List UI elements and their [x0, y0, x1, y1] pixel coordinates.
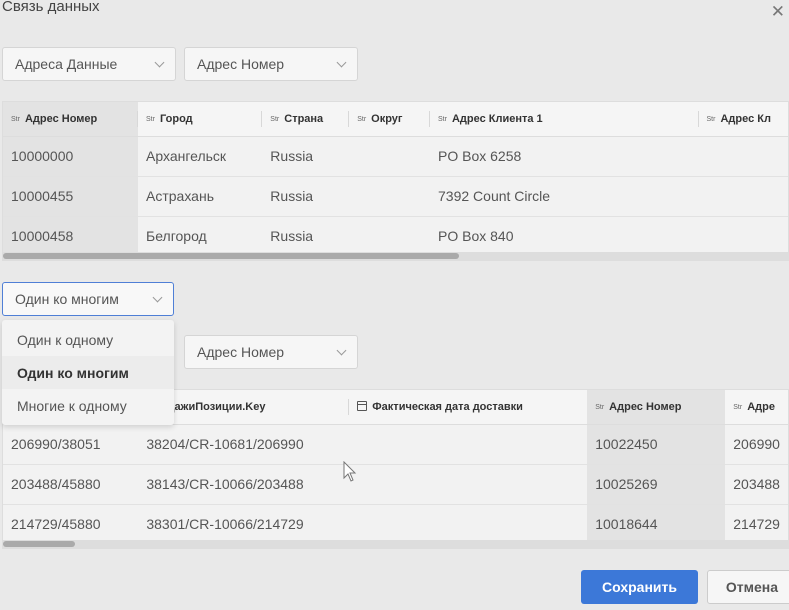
string-type-icon: Str	[595, 403, 605, 411]
scrollbar-thumb[interactable]	[3, 253, 459, 259]
table-cell	[349, 464, 588, 505]
source-field-select[interactable]: Адрес Номер	[184, 47, 358, 81]
table-cell	[349, 176, 431, 217]
column-header-label: Адрес Номер	[24, 112, 98, 125]
table-cell: Russia	[262, 176, 350, 217]
table-cell	[349, 504, 588, 545]
source-field-select-value: Адрес Номер	[197, 56, 285, 72]
column-header-label: Адрес Номер	[609, 400, 682, 413]
table-cell: PO Box 6258	[430, 136, 699, 177]
column-header[interactable]: Str Адрес Номер	[3, 102, 139, 137]
column-header[interactable]: Str Адрес Номер	[587, 390, 726, 425]
table-row: 10000455 Астрахань Russia 7392 Count Cir…	[3, 176, 788, 217]
chevron-down-icon	[152, 292, 163, 302]
source-table-select-value: Адреса Данные	[15, 56, 118, 72]
table-cell	[349, 424, 588, 465]
column-header[interactable]: Str Адрес Клиента 1	[430, 102, 699, 137]
scrollbar-thumb[interactable]	[3, 541, 75, 547]
table-cell	[349, 216, 431, 257]
column-header-label: Округ	[371, 112, 403, 125]
string-type-icon: Str	[270, 115, 280, 123]
table-cell: 38143/CR-10066/203488	[138, 464, 350, 505]
save-button[interactable]: Сохранить	[581, 570, 698, 604]
table-cell: Архангельск	[138, 136, 263, 177]
table-cell: 10000455	[3, 176, 139, 217]
column-header[interactable]: Str Город	[138, 102, 263, 137]
string-type-icon: Str	[11, 115, 20, 123]
table-cell: 206990	[725, 424, 788, 465]
table-cell: 10000458	[3, 216, 139, 257]
column-header-label: Город	[159, 112, 193, 125]
table-cell: 10018644	[587, 504, 726, 545]
mouse-cursor-icon	[343, 461, 357, 482]
table-cell: 7392 Count Circle	[430, 176, 699, 217]
column-header-label: Страна	[284, 112, 324, 125]
table-cell: 10025269	[587, 464, 726, 505]
chevron-down-icon	[154, 57, 165, 67]
target-field-select-value: Адрес Номер	[197, 344, 285, 360]
table-cell: Russia	[262, 136, 350, 177]
string-type-icon: Str	[733, 403, 743, 411]
column-header-label: Адре	[747, 400, 775, 413]
source-table-select[interactable]: Адреса Данные	[2, 47, 176, 81]
dialog-title: Связь данных	[2, 0, 100, 15]
column-header[interactable]: Str Округ	[349, 102, 431, 137]
table-row: 10000458 Белгород Russia PO Box 840	[3, 216, 788, 257]
menu-item-one-to-one[interactable]: Один к одному	[2, 323, 174, 356]
column-header-label: Адрес Клиента 1	[451, 112, 543, 125]
table-cell: 214729	[725, 504, 788, 545]
column-header[interactable]: Str Адре	[725, 390, 788, 425]
column-header-label: Адрес Кл	[720, 112, 771, 125]
table-cell: 203488/45880	[3, 464, 139, 505]
menu-item-many-to-one[interactable]: Многие к одному	[2, 389, 174, 422]
column-header[interactable]: Str Адрес Кл	[698, 102, 788, 137]
table-cell: 10022450	[587, 424, 726, 465]
table-cell	[698, 136, 788, 177]
table-cell	[349, 136, 431, 177]
relation-type-select[interactable]: Один ко многим	[2, 282, 174, 316]
column-header[interactable]: Str Страна	[262, 102, 350, 137]
cancel-button[interactable]: Отмена	[707, 570, 789, 604]
chevron-down-icon	[336, 345, 347, 355]
calendar-icon	[357, 400, 368, 411]
table-cell: 38204/CR-10681/206990	[138, 424, 350, 465]
table-cell: 10000000	[3, 136, 139, 177]
string-type-icon: Str	[146, 115, 155, 123]
string-type-icon: Str	[706, 115, 716, 123]
table-cell: Белгород	[138, 216, 263, 257]
horizontal-scrollbar[interactable]	[3, 252, 788, 260]
table-cell: Астрахань	[138, 176, 263, 217]
table-cell: PO Box 840	[430, 216, 699, 257]
table-cell: 214729/45880	[3, 504, 139, 545]
close-icon[interactable]: ✕	[771, 2, 785, 22]
table-cell	[698, 176, 788, 217]
chevron-down-icon	[336, 57, 347, 67]
relation-type-menu: Один к одному Один ко многим Многие к од…	[2, 320, 174, 425]
table-row: 206990/38051 38204/CR-10681/206990 10022…	[3, 424, 788, 465]
horizontal-scrollbar[interactable]	[3, 540, 788, 548]
target-field-select[interactable]: Адрес Номер	[184, 335, 358, 369]
menu-item-one-to-many[interactable]: Один ко многим	[2, 356, 174, 389]
string-type-icon: Str	[357, 115, 367, 123]
table-cell: 206990/38051	[3, 424, 139, 465]
column-header-label: Фактическая дата доставки	[372, 400, 523, 413]
source-data-grid: Str Адрес Номер Str Город Str Страна Str Окр…	[2, 101, 789, 261]
table-cell: 38301/CR-10066/214729	[138, 504, 350, 545]
table-row: 214729/45880 38301/CR-10066/214729 10018…	[3, 504, 788, 545]
column-header[interactable]: Фактическая дата доставки	[349, 390, 588, 425]
table-row: 10000000 Архангельск Russia PO Box 6258	[3, 136, 788, 177]
relation-type-select-value: Один ко многим	[15, 291, 119, 307]
table-header-row: Str Адрес Номер Str Город Str Страна Str Окр…	[3, 102, 788, 137]
table-cell	[698, 216, 788, 257]
table-cell: Russia	[262, 216, 350, 257]
string-type-icon: Str	[438, 115, 447, 123]
table-row: 203488/45880 38143/CR-10066/203488 10025…	[3, 464, 788, 505]
table-cell: 203488	[725, 464, 788, 505]
